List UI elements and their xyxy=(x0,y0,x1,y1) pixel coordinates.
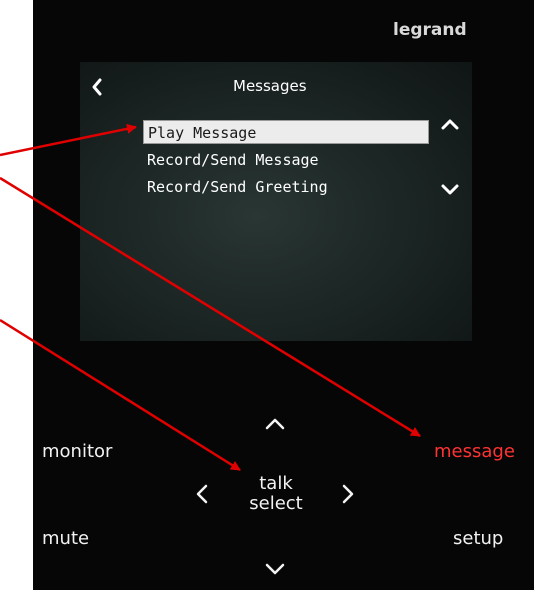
nav-right-chevron-icon[interactable] xyxy=(335,481,361,507)
menu-item-record-send-greeting[interactable]: Record/Send Greeting xyxy=(143,175,429,199)
nav-down-chevron-icon[interactable] xyxy=(262,556,288,582)
lcd-screen xyxy=(80,62,472,341)
select-label: select xyxy=(249,493,303,514)
monitor-button[interactable]: monitor xyxy=(42,441,112,462)
scroll-up-chevron-icon[interactable] xyxy=(437,114,463,134)
talk-label: talk xyxy=(259,473,293,494)
setup-button[interactable]: setup xyxy=(453,528,503,549)
nav-left-chevron-icon[interactable] xyxy=(189,481,215,507)
brand-logo: legrand xyxy=(393,20,467,40)
scroll-down-chevron-icon[interactable] xyxy=(437,180,463,200)
nav-up-chevron-icon[interactable] xyxy=(262,411,288,437)
menu-item-record-send-message[interactable]: Record/Send Message xyxy=(143,148,429,172)
back-chevron-icon[interactable] xyxy=(88,77,106,97)
message-button[interactable]: message xyxy=(434,441,515,462)
mute-button[interactable]: mute xyxy=(42,528,89,549)
talk-select-button[interactable]: talk select xyxy=(238,474,314,514)
screen-title: Messages xyxy=(233,77,307,95)
menu-item-play-message[interactable]: Play Message xyxy=(143,120,429,144)
